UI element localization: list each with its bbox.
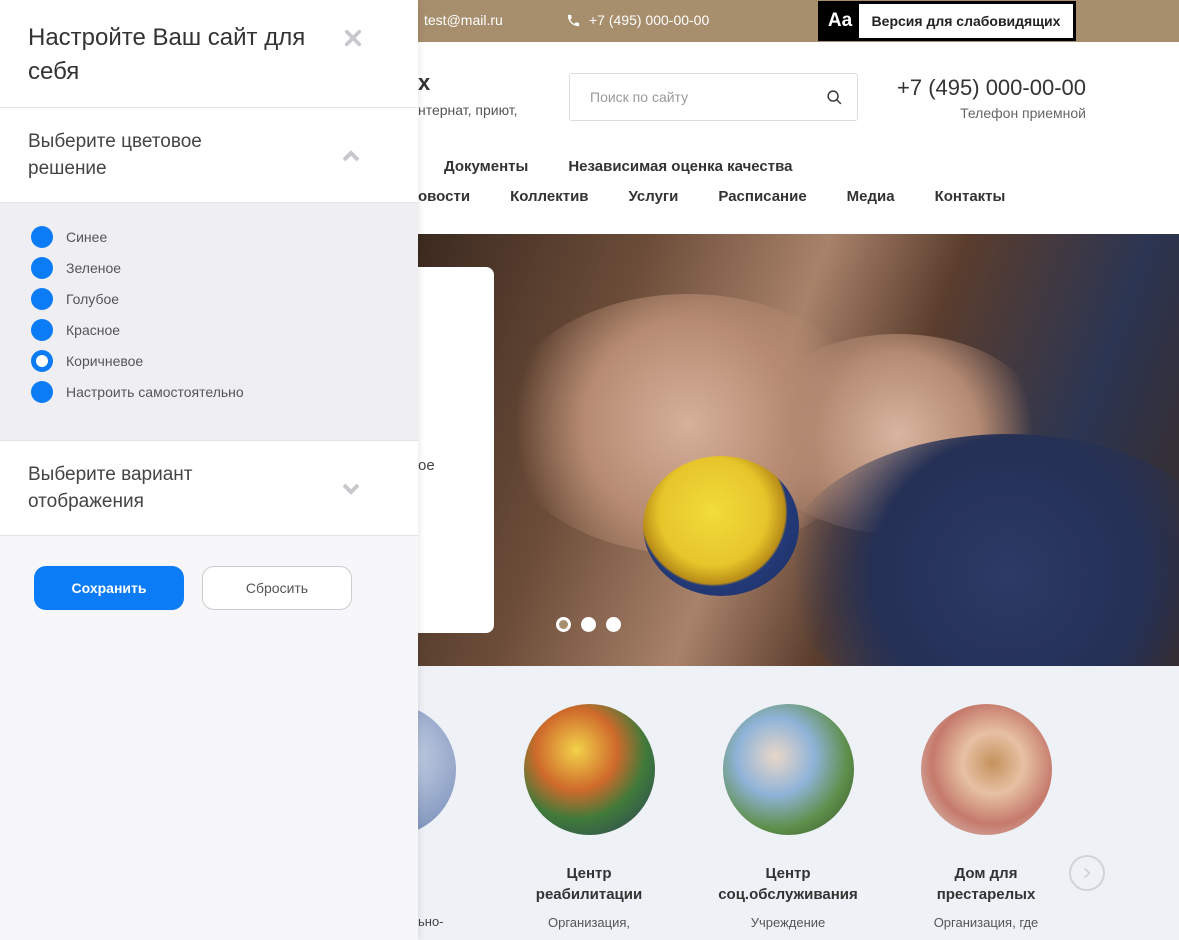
display-mode-section-title: Выберите вариант отображения xyxy=(28,464,193,512)
nav-item-team[interactable]: Коллектив xyxy=(510,188,588,205)
site-logo-subtitle: нтернат, приют, xyxy=(418,102,518,118)
slider-dot-3[interactable] xyxy=(606,617,621,632)
slider-dot-1[interactable] xyxy=(556,617,571,632)
color-option-label: Коричневое xyxy=(66,353,144,369)
color-option-blue[interactable]: Синее xyxy=(31,226,107,248)
panel-actions: Сохранить Сбросить xyxy=(34,566,352,610)
nav-item-news[interactable]: овости xyxy=(418,188,470,205)
services-next-button[interactable] xyxy=(1069,855,1105,891)
nav-item-quality-assessment[interactable]: Независимая оценка качества xyxy=(568,158,792,175)
service-title[interactable]: Центр реабилитации xyxy=(489,863,689,905)
service-title[interactable]: Дом для престарелых xyxy=(886,863,1086,905)
close-icon xyxy=(344,29,362,47)
display-mode-section-toggle[interactable]: Выберите вариант отображения xyxy=(0,441,418,536)
service-desc: Организация, где xyxy=(933,915,1039,930)
service-image[interactable] xyxy=(920,704,1052,835)
site-logo-title[interactable]: х xyxy=(418,70,430,96)
hero-image-ball xyxy=(643,456,799,596)
service-title[interactable]: Центр соц.обслуживания xyxy=(688,863,888,905)
accessibility-version-button[interactable]: Aa Версия для слабовидящих xyxy=(818,1,1076,41)
radio-button[interactable] xyxy=(31,257,53,279)
color-option-green[interactable]: Зеленое xyxy=(31,257,121,279)
header-phone[interactable]: +7 (495) 000-00-00 xyxy=(897,75,1086,101)
color-option-label: Красное xyxy=(66,322,121,338)
color-option-red[interactable]: Красное xyxy=(31,319,120,341)
color-option-light-blue[interactable]: Голубое xyxy=(31,288,119,310)
nav-item-media[interactable]: Медиа xyxy=(847,188,895,205)
service-image[interactable] xyxy=(523,704,655,835)
hero-card-text: ое xyxy=(418,457,435,474)
hero-slider: ое xyxy=(418,234,1179,666)
service-image[interactable] xyxy=(722,704,854,835)
chevron-down-icon[interactable] xyxy=(341,479,361,499)
color-option-label: Зеленое xyxy=(66,260,122,276)
color-scheme-options: Синее Зеленое Голубое Красное Коричневое… xyxy=(0,203,418,441)
phone-icon xyxy=(567,14,580,26)
accessibility-version-label: Версия для слабовидящих xyxy=(871,13,1061,29)
header-phone-label: Телефон приемной xyxy=(960,105,1086,121)
radio-button-checked[interactable] xyxy=(31,350,53,372)
chevron-up-icon[interactable] xyxy=(341,146,361,166)
main-nav-row-1: Документы Независимая оценка качества xyxy=(444,158,792,175)
service-card-rehab[interactable]: Центр реабилитации Организация, xyxy=(489,704,689,932)
color-scheme-section-title: Выберите цветовое решение xyxy=(28,131,202,179)
topbar-phone[interactable]: +7 (495) 000-00-00 xyxy=(566,12,709,28)
service-desc: Организация, xyxy=(547,915,631,930)
hero-text-card: ое xyxy=(418,267,494,633)
radio-button[interactable] xyxy=(31,381,53,403)
color-option-custom[interactable]: Настроить самостоятельно xyxy=(31,381,244,403)
main-nav-row-2: овости Коллектив Услуги Расписание Медиа… xyxy=(418,188,1045,205)
color-option-label: Настроить самостоятельно xyxy=(66,384,244,400)
slider-dots xyxy=(556,617,621,632)
search-input[interactable]: Поиск по сайту xyxy=(590,89,688,105)
save-button[interactable]: Сохранить xyxy=(34,566,184,610)
chevron-right-icon xyxy=(1084,867,1091,879)
search-icon[interactable] xyxy=(826,89,843,106)
site-settings-panel: Настройте Ваш сайт для себя Выберите цве… xyxy=(0,0,418,940)
nav-item-documents[interactable]: Документы xyxy=(444,158,528,175)
color-scheme-section-toggle[interactable]: Выберите цветовое решение xyxy=(0,108,418,203)
header-email-link[interactable]: test@mail.ru xyxy=(424,12,503,28)
radio-button[interactable] xyxy=(31,226,53,248)
top-bar-edge xyxy=(1086,0,1179,42)
reset-button[interactable]: Сбросить xyxy=(202,566,352,610)
color-option-label: Голубое xyxy=(66,291,120,307)
color-option-brown[interactable]: Коричневое xyxy=(31,350,143,372)
slider-dot-2[interactable] xyxy=(581,617,596,632)
radio-button[interactable] xyxy=(31,319,53,341)
nav-item-services[interactable]: Услуги xyxy=(629,188,679,205)
service-card-elderly-home[interactable]: Дом для престарелых Организация, где xyxy=(886,704,1086,932)
radio-button[interactable] xyxy=(31,288,53,310)
site-search[interactable]: Поиск по сайту xyxy=(569,73,858,121)
topbar-phone-text: +7 (495) 000-00-00 xyxy=(589,12,710,28)
service-card-social[interactable]: Центр соц.обслуживания Учреждение xyxy=(688,704,888,932)
nav-item-schedule[interactable]: Расписание xyxy=(718,188,806,205)
service-desc: Учреждение xyxy=(750,915,826,930)
settings-panel-header: Настройте Ваш сайт для себя xyxy=(0,0,418,108)
nav-item-contacts[interactable]: Контакты xyxy=(935,188,1006,205)
service-desc-partial: ьно- xyxy=(418,914,444,929)
color-option-label: Синее xyxy=(66,229,108,245)
services-section: ьно- Центр реабилитации Организация, Цент… xyxy=(324,666,1179,940)
close-panel-button[interactable] xyxy=(340,25,366,51)
settings-panel-title: Настройте Ваш сайт для себя xyxy=(28,24,306,85)
font-size-icon: Aa xyxy=(821,4,859,38)
